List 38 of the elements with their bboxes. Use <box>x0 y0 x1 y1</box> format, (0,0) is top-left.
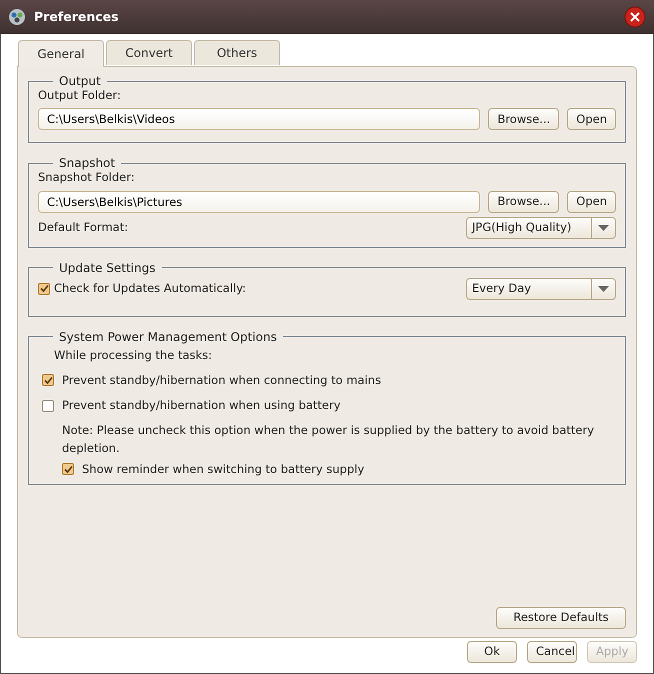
tab[interactable]: Convert <box>106 40 192 65</box>
checkbox-label: Prevent standby/hibernation when connecting to mains <box>62 372 382 389</box>
dropdown-arrow-icon <box>598 224 609 230</box>
dialog-button[interactable]: Ok <box>467 641 517 663</box>
group-title: System Power Management Options <box>58 330 278 342</box>
dropdown[interactable]: JPG(High Quality) <box>466 216 616 238</box>
section-text: While processing the tasks: <box>53 346 214 364</box>
checkbox[interactable] <box>62 463 74 476</box>
note-text: Note: Please uncheck this option when the power is supplied by the battery to avoid battery depletion. <box>62 422 596 456</box>
app-icon <box>8 8 26 26</box>
close-icon[interactable] <box>624 6 646 28</box>
checkbox-label: Prevent standby/hibernation when using battery <box>62 397 341 414</box>
open-button[interactable]: Open <box>567 190 616 212</box>
field-label: Default Format: <box>38 218 128 236</box>
dropdown-value: Every Day <box>471 280 532 297</box>
field-label: Snapshot Folder: <box>38 170 136 186</box>
browse-button[interactable]: Browse... <box>488 108 560 130</box>
open-button[interactable]: Open <box>567 108 616 130</box>
checkbox[interactable] <box>42 374 54 386</box>
tab[interactable]: General <box>18 40 104 67</box>
folder-field[interactable]: C:\Users\Belkis\Pictures <box>38 190 480 212</box>
browse-button[interactable]: Browse... <box>488 190 560 212</box>
group-title: Output <box>58 75 102 87</box>
dropdown-value: JPG(High Quality) <box>470 218 572 236</box>
dropdown[interactable]: Every Day <box>466 278 616 300</box>
group-title: Update Settings <box>58 262 156 274</box>
tab[interactable]: Others <box>194 40 280 65</box>
checkbox-label: Show reminder when switching to battery supply <box>82 460 364 478</box>
window-title: Preferences <box>34 8 119 26</box>
checkbox[interactable] <box>38 282 50 294</box>
group-title: Snapshot <box>58 157 116 170</box>
checkbox[interactable] <box>42 400 54 412</box>
folder-field[interactable]: C:\Users\Belkis\Videos <box>38 108 480 130</box>
dropdown-arrow-icon <box>598 286 609 292</box>
field-label: Output Folder: <box>38 88 122 104</box>
checkbox-label: Check for Updates Automatically: <box>54 280 246 297</box>
restore-defaults-button[interactable]: Restore Defaults <box>496 607 626 629</box>
dialog-button[interactable]: Cancel <box>527 641 577 663</box>
